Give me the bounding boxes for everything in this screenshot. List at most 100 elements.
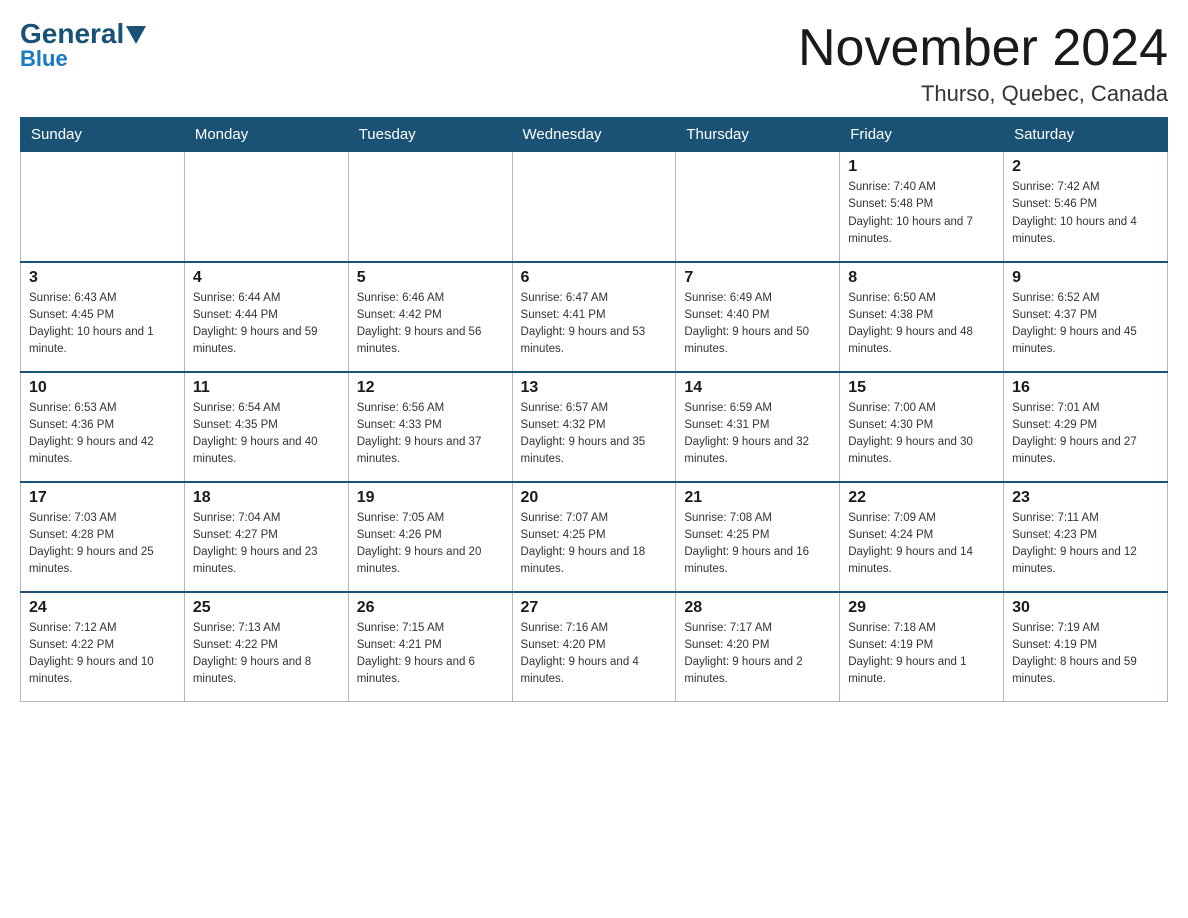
day-number: 18 [193, 489, 340, 507]
day-number: 4 [193, 269, 340, 287]
day-info: Sunrise: 7:11 AMSunset: 4:23 PMDaylight:… [1012, 510, 1159, 579]
page-header: General Blue November 2024 Thurso, Quebe… [20, 20, 1168, 107]
logo-blue: Blue [20, 46, 68, 72]
day-number: 22 [848, 489, 995, 507]
month-title: November 2024 [798, 20, 1168, 77]
calendar-cell: 2 Sunrise: 7:42 AMSunset: 5:46 PMDaylight… [1004, 152, 1168, 262]
calendar-cell: 3 Sunrise: 6:43 AMSunset: 4:45 PMDaylight… [21, 262, 185, 372]
day-info: Sunrise: 6:57 AMSunset: 4:32 PMDaylight:… [521, 400, 668, 469]
calendar-week-row: 3 Sunrise: 6:43 AMSunset: 4:45 PMDaylight… [21, 262, 1168, 372]
calendar-cell: 4 Sunrise: 6:44 AMSunset: 4:44 PMDaylight… [184, 262, 348, 372]
calendar-cell: 7 Sunrise: 6:49 AMSunset: 4:40 PMDaylight… [676, 262, 840, 372]
weekday-header-row: SundayMondayTuesdayWednesdayThursdayFrid… [21, 118, 1168, 152]
title-section: November 2024 Thurso, Quebec, Canada [798, 20, 1168, 107]
day-info: Sunrise: 7:16 AMSunset: 4:20 PMDaylight:… [521, 620, 668, 689]
day-number: 1 [848, 158, 995, 176]
day-number: 13 [521, 379, 668, 397]
day-info: Sunrise: 7:03 AMSunset: 4:28 PMDaylight:… [29, 510, 176, 579]
day-info: Sunrise: 6:56 AMSunset: 4:33 PMDaylight:… [357, 400, 504, 469]
calendar-cell: 5 Sunrise: 6:46 AMSunset: 4:42 PMDaylight… [348, 262, 512, 372]
day-info: Sunrise: 6:44 AMSunset: 4:44 PMDaylight:… [193, 290, 340, 359]
day-info: Sunrise: 7:00 AMSunset: 4:30 PMDaylight:… [848, 400, 995, 469]
day-info: Sunrise: 7:01 AMSunset: 4:29 PMDaylight:… [1012, 400, 1159, 469]
calendar-cell: 15 Sunrise: 7:00 AMSunset: 4:30 PMDayligh… [840, 372, 1004, 482]
day-info: Sunrise: 6:46 AMSunset: 4:42 PMDaylight:… [357, 290, 504, 359]
calendar-week-row: 10Sunrise: 6:53 AMSunset: 4:36 PMDayligh… [21, 372, 1168, 482]
day-info: Sunrise: 6:53 AMSunset: 4:36 PMDaylight:… [29, 400, 176, 469]
day-info: Sunrise: 7:04 AMSunset: 4:27 PMDaylight:… [193, 510, 340, 579]
calendar-cell: 20 Sunrise: 7:07 AMSunset: 4:25 PMDayligh… [512, 482, 676, 592]
calendar-week-row: 1 Sunrise: 7:40 AMSunset: 5:48 PMDaylight… [21, 152, 1168, 262]
day-number: 30 [1012, 599, 1159, 617]
weekday-header: Wednesday [512, 118, 676, 152]
calendar-week-row: 17 Sunrise: 7:03 AMSunset: 4:28 PMDayligh… [21, 482, 1168, 592]
day-number: 24 [29, 599, 176, 617]
day-number: 11 [193, 379, 340, 397]
calendar-cell: 19 Sunrise: 7:05 AMSunset: 4:26 PMDayligh… [348, 482, 512, 592]
day-number: 28 [684, 599, 831, 617]
day-info: Sunrise: 7:12 AMSunset: 4:22 PMDaylight:… [29, 620, 176, 689]
calendar-cell [21, 152, 185, 262]
calendar-cell: 11 Sunrise: 6:54 AMSunset: 4:35 PMDayligh… [184, 372, 348, 482]
calendar-cell: 10Sunrise: 6:53 AMSunset: 4:36 PMDayligh… [21, 372, 185, 482]
calendar-cell: 29 Sunrise: 7:18 AMSunset: 4:19 PMDayligh… [840, 592, 1004, 702]
day-info: Sunrise: 6:54 AMSunset: 4:35 PMDaylight:… [193, 400, 340, 469]
weekday-header: Friday [840, 118, 1004, 152]
day-number: 17 [29, 489, 176, 507]
day-info: Sunrise: 7:08 AMSunset: 4:25 PMDaylight:… [684, 510, 831, 579]
weekday-header: Sunday [21, 118, 185, 152]
day-number: 27 [521, 599, 668, 617]
day-info: Sunrise: 7:15 AMSunset: 4:21 PMDaylight:… [357, 620, 504, 689]
day-number: 15 [848, 379, 995, 397]
day-info: Sunrise: 6:50 AMSunset: 4:38 PMDaylight:… [848, 290, 995, 359]
day-number: 25 [193, 599, 340, 617]
calendar-week-row: 24 Sunrise: 7:12 AMSunset: 4:22 PMDayligh… [21, 592, 1168, 702]
calendar-cell: 16 Sunrise: 7:01 AMSunset: 4:29 PMDayligh… [1004, 372, 1168, 482]
calendar-cell [512, 152, 676, 262]
day-number: 29 [848, 599, 995, 617]
calendar-table: SundayMondayTuesdayWednesdayThursdayFrid… [20, 117, 1168, 702]
day-info: Sunrise: 6:43 AMSunset: 4:45 PMDaylight:… [29, 290, 176, 359]
day-number: 5 [357, 269, 504, 287]
day-info: Sunrise: 7:18 AMSunset: 4:19 PMDaylight:… [848, 620, 995, 689]
day-info: Sunrise: 7:09 AMSunset: 4:24 PMDaylight:… [848, 510, 995, 579]
logo-general: General [20, 20, 146, 48]
calendar-cell: 25 Sunrise: 7:13 AMSunset: 4:22 PMDayligh… [184, 592, 348, 702]
day-info: Sunrise: 7:13 AMSunset: 4:22 PMDaylight:… [193, 620, 340, 689]
day-number: 20 [521, 489, 668, 507]
calendar-cell: 6 Sunrise: 6:47 AMSunset: 4:41 PMDaylight… [512, 262, 676, 372]
location-title: Thurso, Quebec, Canada [798, 81, 1168, 107]
calendar-cell: 9Sunrise: 6:52 AMSunset: 4:37 PMDaylight… [1004, 262, 1168, 372]
calendar-cell: 30 Sunrise: 7:19 AMSunset: 4:19 PMDayligh… [1004, 592, 1168, 702]
day-info: Sunrise: 7:19 AMSunset: 4:19 PMDaylight:… [1012, 620, 1159, 689]
day-info: Sunrise: 7:05 AMSunset: 4:26 PMDaylight:… [357, 510, 504, 579]
day-info: Sunrise: 7:07 AMSunset: 4:25 PMDaylight:… [521, 510, 668, 579]
calendar-cell: 23 Sunrise: 7:11 AMSunset: 4:23 PMDayligh… [1004, 482, 1168, 592]
weekday-header: Tuesday [348, 118, 512, 152]
day-number: 23 [1012, 489, 1159, 507]
day-info: Sunrise: 6:49 AMSunset: 4:40 PMDaylight:… [684, 290, 831, 359]
calendar-cell: 28 Sunrise: 7:17 AMSunset: 4:20 PMDayligh… [676, 592, 840, 702]
calendar-cell [348, 152, 512, 262]
logo: General Blue [20, 20, 146, 72]
day-info: Sunrise: 7:17 AMSunset: 4:20 PMDaylight:… [684, 620, 831, 689]
day-number: 8 [848, 269, 995, 287]
calendar-cell: 24 Sunrise: 7:12 AMSunset: 4:22 PMDayligh… [21, 592, 185, 702]
day-number: 3 [29, 269, 176, 287]
calendar-cell: 27 Sunrise: 7:16 AMSunset: 4:20 PMDayligh… [512, 592, 676, 702]
day-number: 2 [1012, 158, 1159, 176]
calendar-cell: 12Sunrise: 6:56 AMSunset: 4:33 PMDayligh… [348, 372, 512, 482]
day-number: 6 [521, 269, 668, 287]
day-number: 14 [684, 379, 831, 397]
calendar-cell: 13 Sunrise: 6:57 AMSunset: 4:32 PMDayligh… [512, 372, 676, 482]
calendar-cell: 22 Sunrise: 7:09 AMSunset: 4:24 PMDayligh… [840, 482, 1004, 592]
day-number: 19 [357, 489, 504, 507]
day-number: 7 [684, 269, 831, 287]
calendar-cell [676, 152, 840, 262]
day-number: 21 [684, 489, 831, 507]
day-info: Sunrise: 6:52 AMSunset: 4:37 PMDaylight:… [1012, 290, 1159, 359]
day-info: Sunrise: 7:42 AMSunset: 5:46 PMDaylight:… [1012, 179, 1159, 248]
day-info: Sunrise: 7:40 AMSunset: 5:48 PMDaylight:… [848, 179, 995, 248]
day-info: Sunrise: 6:47 AMSunset: 4:41 PMDaylight:… [521, 290, 668, 359]
day-number: 16 [1012, 379, 1159, 397]
